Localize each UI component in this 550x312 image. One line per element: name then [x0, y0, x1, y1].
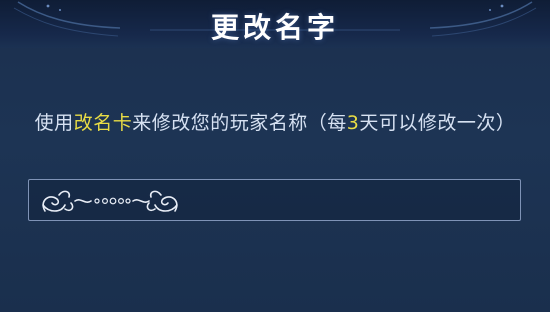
info-middle: 来修改您的玩家名称（每 [132, 112, 347, 134]
name-input-field[interactable] [28, 179, 521, 221]
rename-card-label: 改名卡 [73, 112, 133, 134]
rename-info-text: 使用改名卡来修改您的玩家名称（每3天可以修改一次） [0, 108, 550, 135]
dialog-header: 更改名字 [0, 0, 550, 48]
rename-dialog: 更改名字 使用改名卡来修改您的玩家名称（每3天可以修改一次） [0, 0, 550, 312]
info-prefix: 使用 [34, 112, 74, 134]
ornamental-flourish-icon [42, 190, 178, 212]
days-count: 3 [346, 112, 360, 134]
dialog-title: 更改名字 [210, 11, 339, 44]
info-suffix: 天可以修改一次） [359, 112, 516, 134]
